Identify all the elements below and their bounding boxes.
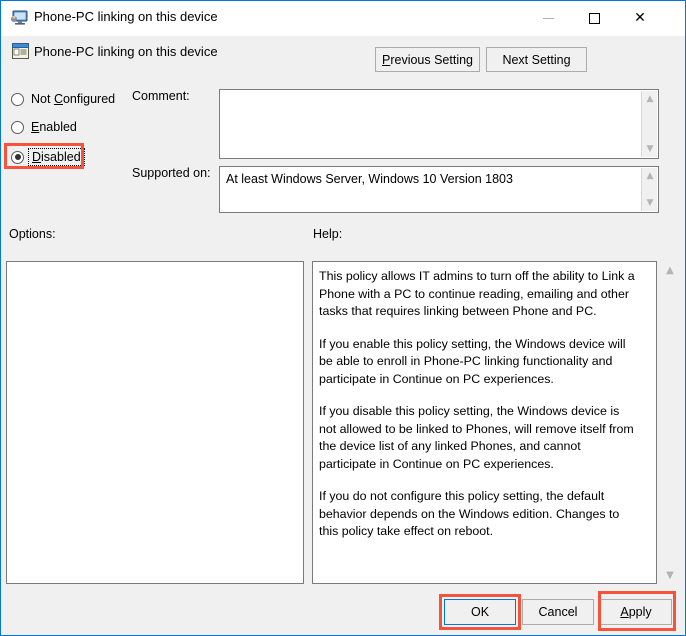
previous-setting-label: Previous Setting (382, 53, 473, 67)
help-content: This policy allows IT admins to turn off… (319, 268, 636, 556)
accel-d: D (32, 150, 42, 164)
radio-not-configured[interactable]: Not Configured (11, 92, 115, 106)
next-setting-button[interactable]: Next Setting (486, 47, 587, 72)
ok-button[interactable]: OK (444, 599, 516, 625)
supported-on-field[interactable]: At least Windows Server, Windows 10 Vers… (219, 166, 659, 213)
window-title: Phone-PC linking on this device (34, 9, 218, 24)
help-panel: This policy allows IT admins to turn off… (312, 261, 657, 584)
policy-setting-dialog: Phone-PC linking on this device ✕ Phone-… (0, 0, 686, 636)
page-title: Phone-PC linking on this device (34, 44, 218, 59)
radio-not-configured-indicator (11, 92, 24, 106)
maximize-icon (588, 12, 600, 24)
radio-disabled-indicator (11, 150, 24, 164)
supported-on-value: At least Windows Server, Windows 10 Vers… (226, 172, 513, 186)
cancel-button[interactable]: Cancel (522, 599, 594, 625)
scroll-down-icon[interactable]: ▼ (642, 141, 658, 157)
supported-on-scrollbar[interactable]: ▲ ▼ (641, 168, 657, 211)
close-icon: ✕ (634, 10, 646, 26)
accel-e: E (31, 120, 40, 134)
comment-input[interactable]: ▲ ▼ (219, 89, 659, 159)
ok-button-label: OK (470, 605, 490, 619)
scroll-up-icon[interactable]: ▲ (642, 91, 658, 107)
previous-setting-rest: revious Setting (390, 52, 474, 67)
radio-enabled-indicator (11, 120, 24, 134)
help-paragraph: If you disable this policy setting, the … (319, 404, 634, 471)
minimize-icon (542, 17, 554, 19)
radio-not-configured-label: Not Configured (31, 92, 116, 106)
apply-accel: A (620, 605, 629, 619)
radio-disabled-label: Disabled (28, 148, 85, 166)
options-label: Options: (9, 227, 56, 241)
minimize-button[interactable] (525, 1, 571, 35)
help-paragraph: If you enable this policy setting, the W… (319, 336, 626, 386)
title-bar: Phone-PC linking on this device ✕ (1, 1, 685, 36)
apply-button[interactable]: Apply (600, 599, 672, 625)
scroll-down-icon[interactable]: ▼ (642, 195, 658, 211)
scroll-up-icon[interactable]: ▲ (661, 261, 679, 279)
maximize-button[interactable] (571, 1, 617, 35)
scroll-down-icon[interactable]: ▼ (661, 566, 679, 584)
help-scrollbar[interactable]: ▲ ▼ (661, 261, 679, 584)
help-paragraph: If you do not configure this policy sett… (319, 489, 620, 538)
radio-enabled[interactable]: Enabled (11, 120, 77, 134)
monitor-icon (10, 10, 28, 26)
previous-setting-button[interactable]: Previous Setting (375, 47, 480, 72)
options-panel[interactable] (6, 261, 304, 584)
close-button[interactable]: ✕ (617, 1, 663, 35)
scroll-up-icon[interactable]: ▲ (642, 168, 658, 184)
comment-scrollbar[interactable]: ▲ ▼ (641, 91, 657, 157)
comment-label: Comment: (132, 89, 190, 103)
next-setting-label: Next Setting (502, 52, 571, 67)
help-label: Help: (313, 227, 343, 241)
help-paragraph: This policy allows IT admins to turn off… (319, 269, 635, 318)
supported-on-label: Supported on: (132, 166, 211, 180)
radio-enabled-label: Enabled (31, 120, 77, 134)
apply-rest: pply (628, 605, 652, 619)
policy-setting-icon (12, 43, 29, 59)
cancel-button-label: Cancel (538, 605, 578, 619)
accel-c: C (53, 92, 63, 106)
radio-disabled[interactable]: Disabled (11, 148, 85, 166)
apply-button-label: Apply (620, 605, 651, 619)
